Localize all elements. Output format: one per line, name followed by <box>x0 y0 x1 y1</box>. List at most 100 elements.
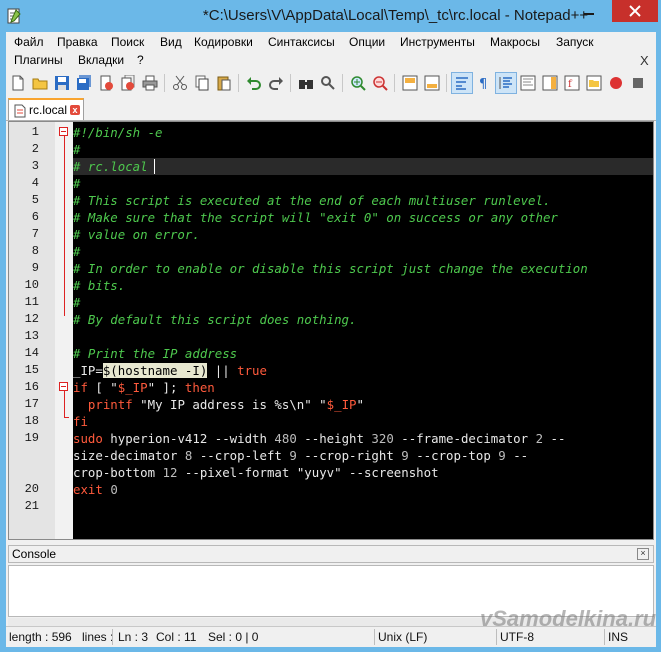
menu-search[interactable]: Поиск <box>111 35 144 49</box>
indent-guide-button[interactable] <box>495 72 517 94</box>
line-number: 12 <box>24 312 39 326</box>
menu-plugins[interactable]: Плагины <box>14 53 63 67</box>
code-line[interactable]: # <box>73 294 80 311</box>
minimize-button[interactable] <box>575 0 603 22</box>
code-line[interactable]: # <box>73 141 80 158</box>
menu-file[interactable]: Файл <box>14 35 44 49</box>
code-token: " <box>356 397 364 412</box>
sync-vertical-button[interactable] <box>400 73 420 93</box>
close-window-button[interactable] <box>612 0 658 22</box>
code-line[interactable]: printf "My IP address is %s\n" "$_IP" <box>73 396 364 413</box>
zoom-in-button[interactable] <box>348 73 368 93</box>
udl-button[interactable] <box>518 73 538 93</box>
code-line[interactable]: # Make sure that the script will "exit 0… <box>73 209 558 226</box>
code-line[interactable]: crop-bottom 12 --pixel-format "yuyv" --s… <box>73 464 439 481</box>
code-token: true <box>237 363 267 378</box>
code-line[interactable]: #!/bin/sh -e <box>73 124 163 141</box>
printer-icon <box>142 75 158 91</box>
toolbar-separator <box>342 74 343 92</box>
line-number: 16 <box>24 380 39 394</box>
menu-tabs[interactable]: Вкладки <box>78 53 124 67</box>
code-line[interactable]: _IP=$(hostname -I) || true <box>73 362 267 379</box>
status-insert-mode[interactable]: INS <box>608 630 628 644</box>
menu-tools[interactable]: Инструменты <box>400 35 475 49</box>
zoom-out-button[interactable] <box>370 73 390 93</box>
code-line[interactable]: # <box>73 175 80 192</box>
fold-toggle-icon[interactable] <box>59 382 68 391</box>
code-line[interactable]: size-decimator 8 --crop-left 9 --crop-ri… <box>73 447 528 464</box>
code-text-area[interactable]: #!/bin/sh -e # # rc.local # # This script is… <box>73 122 653 539</box>
pilcrow-icon: ¶ <box>479 77 487 91</box>
code-line[interactable]: sudo hyperion-v412 --width 480 --height … <box>73 430 565 447</box>
code-token: # In order to enable or disable this scr… <box>73 261 588 276</box>
code-editor[interactable]: 1 2 3 4 5 6 7 8 9 10 11 12 13 14 15 16 17 18 19 20 21 #!/bin… <box>8 121 654 540</box>
copy-button[interactable] <box>192 73 212 93</box>
doc-map-button[interactable] <box>540 73 560 93</box>
sync-horizontal-button[interactable] <box>422 73 442 93</box>
stop-record-button[interactable] <box>628 73 648 93</box>
code-line[interactable]: exit 0 <box>73 481 118 498</box>
close-file-icon <box>100 75 113 91</box>
new-file-button[interactable] <box>8 73 28 93</box>
code-line[interactable]: fi <box>73 413 88 430</box>
new-file-icon <box>12 75 24 91</box>
show-all-chars-button[interactable]: ¶ <box>474 73 494 93</box>
menu-help[interactable]: ? <box>137 53 144 67</box>
menu-options[interactable]: Опции <box>349 35 385 49</box>
menu-macros[interactable]: Макросы <box>490 35 540 49</box>
code-line[interactable]: # This script is executed at the end of … <box>73 192 550 209</box>
word-wrap-button[interactable] <box>451 72 473 94</box>
menu-edit[interactable]: Правка <box>57 35 98 49</box>
code-line[interactable]: # <box>73 243 80 260</box>
paste-icon <box>217 76 231 91</box>
stop-icon <box>633 78 643 88</box>
close-file-button[interactable] <box>96 73 116 93</box>
code-line[interactable]: # In order to enable or disable this scr… <box>73 260 588 277</box>
code-line[interactable]: # rc.local <box>73 158 148 175</box>
code-token: -- <box>543 431 566 446</box>
word-wrap-icon <box>456 77 468 90</box>
line-number: 7 <box>31 227 39 241</box>
window-title: *C:\Users\V\AppData\Local\Temp\_tc\rc.lo… <box>202 7 589 24</box>
file-tab-icon <box>14 104 26 118</box>
save-button[interactable] <box>52 73 72 93</box>
menu-run[interactable]: Запуск <box>556 35 594 49</box>
code-line[interactable]: if [ "$_IP" ]; then <box>73 379 215 396</box>
find-button[interactable] <box>296 73 316 93</box>
console-close-icon[interactable]: × <box>637 548 649 560</box>
line-number: 6 <box>31 210 39 224</box>
tab-close-icon[interactable]: x <box>70 105 80 115</box>
monitoring-button[interactable] <box>606 73 626 93</box>
folder-workspace-button[interactable] <box>584 73 604 93</box>
code-token: printf <box>87 397 133 412</box>
redo-button[interactable] <box>266 73 286 93</box>
close-icon <box>629 5 641 17</box>
fold-range-line <box>64 391 65 417</box>
tab-rc-local[interactable]: rc.local x <box>8 98 84 120</box>
code-line[interactable]: # Print the IP address <box>73 345 237 362</box>
fold-toggle-icon[interactable] <box>59 127 68 136</box>
code-line[interactable]: # By default this script does nothing. <box>73 311 356 328</box>
close-document-x[interactable]: X <box>640 53 649 68</box>
open-file-button[interactable] <box>30 73 50 93</box>
line-number: 3 <box>31 159 39 173</box>
replace-button[interactable] <box>318 73 338 93</box>
function-list-button[interactable]: f <box>562 73 582 93</box>
code-line[interactable]: # value on error. <box>73 226 200 243</box>
menu-syntax[interactable]: Синтаксисы <box>268 35 335 49</box>
code-token: --crop-right <box>296 448 402 463</box>
menu-view[interactable]: Вид <box>160 35 182 49</box>
status-encoding[interactable]: UTF-8 <box>500 630 534 644</box>
cut-button[interactable] <box>170 73 190 93</box>
close-all-button[interactable] <box>118 73 138 93</box>
undo-button[interactable] <box>244 73 264 93</box>
menu-encoding[interactable]: Кодировки <box>194 35 253 49</box>
minimize-icon <box>584 13 594 15</box>
paste-button[interactable] <box>214 73 234 93</box>
save-all-button[interactable] <box>74 73 94 93</box>
print-button[interactable] <box>140 73 160 93</box>
status-eol[interactable]: Unix (LF) <box>378 630 427 644</box>
replace-icon <box>321 76 335 90</box>
code-line[interactable]: # bits. <box>73 277 125 294</box>
code-token: $_IP <box>326 397 357 412</box>
